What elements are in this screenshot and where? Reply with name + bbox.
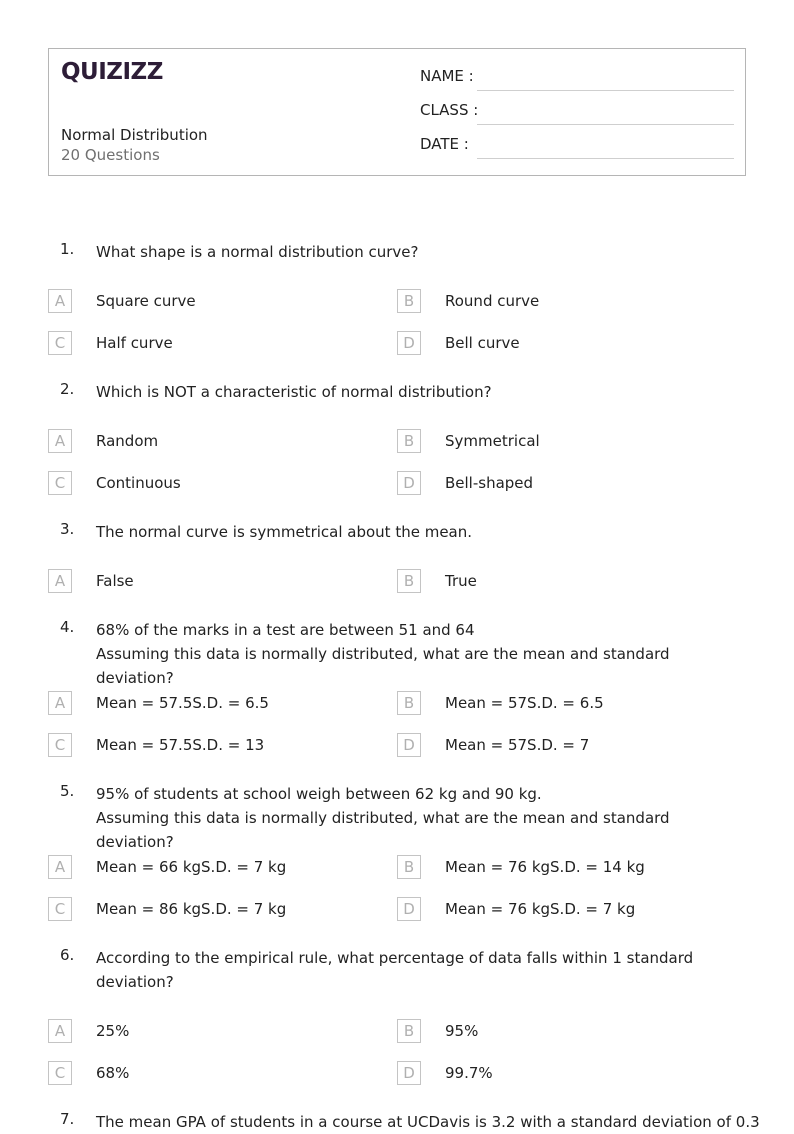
option-letter: A (48, 429, 72, 453)
option-text: Symmetrical (445, 432, 540, 450)
option-text: Mean = 86 kgS.D. = 7 kg (96, 900, 287, 918)
question-line: According to the empirical rule, what pe… (96, 949, 694, 967)
option-letter: A (48, 289, 72, 313)
question-text: According to the empirical rule, what pe… (96, 946, 746, 994)
option-letter: C (48, 897, 72, 921)
option-text: Mean = 57S.D. = 6.5 (445, 694, 604, 712)
quizizz-logo: QUIZIZZ (61, 59, 163, 85)
question-number: 7. (60, 1110, 75, 1128)
name-line[interactable] (477, 90, 734, 91)
option-letter: A (48, 1019, 72, 1043)
option-text: Mean = 57.5S.D. = 6.5 (96, 694, 269, 712)
question-count: 20 Questions (61, 146, 160, 164)
option-text: Half curve (96, 334, 173, 352)
option-text: Square curve (96, 292, 196, 310)
question-line: Assuming this data is normally distribut… (96, 809, 670, 851)
option-text: Mean = 66 kgS.D. = 7 kg (96, 858, 287, 876)
option-text: Mean = 57.5S.D. = 13 (96, 736, 265, 754)
option-text: 95% (445, 1022, 479, 1040)
question-number: 1. (60, 240, 75, 258)
option-letter: B (397, 1019, 421, 1043)
option-letter: A (48, 569, 72, 593)
question-text: 95% of students at school weigh between … (96, 782, 746, 854)
option-letter: A (48, 691, 72, 715)
question-number: 5. (60, 782, 75, 800)
name-label: NAME : (420, 67, 474, 85)
option-text: Random (96, 432, 159, 450)
option-text: Mean = 76 kgS.D. = 7 kg (445, 900, 636, 918)
option-text: Bell-shaped (445, 474, 534, 492)
option-letter: C (48, 331, 72, 355)
question-line: 95% of students at school weigh between … (96, 785, 542, 803)
option-letter: A (48, 855, 72, 879)
option-text: Mean = 57S.D. = 7 (445, 736, 590, 754)
option-letter: B (397, 289, 421, 313)
option-letter: D (397, 733, 421, 757)
date-line[interactable] (477, 158, 734, 159)
question-text: The mean GPA of students in a course at … (96, 1113, 760, 1131)
question-number: 3. (60, 520, 75, 538)
name-field[interactable]: NAME : (420, 67, 734, 91)
date-field[interactable]: DATE : (420, 135, 734, 159)
option-letter: D (397, 1061, 421, 1085)
option-letter: B (397, 429, 421, 453)
question-number: 2. (60, 380, 75, 398)
question-text: 68% of the marks in a test are between 5… (96, 618, 746, 690)
option-text: Mean = 76 kgS.D. = 14 kg (445, 858, 645, 876)
option-letter: D (397, 331, 421, 355)
question-number: 6. (60, 946, 75, 964)
class-label: CLASS : (420, 101, 479, 119)
question-text: The normal curve is symmetrical about th… (96, 523, 473, 541)
question-line: deviation? (96, 973, 174, 991)
option-letter: D (397, 471, 421, 495)
date-label: DATE : (420, 135, 469, 153)
class-field[interactable]: CLASS : (420, 101, 734, 125)
option-letter: D (397, 897, 421, 921)
question-line: Assuming this data is normally distribut… (96, 645, 670, 687)
option-letter: B (397, 569, 421, 593)
option-text: 99.7% (445, 1064, 493, 1082)
class-line[interactable] (477, 124, 734, 125)
option-text: True (445, 572, 477, 590)
option-letter: B (397, 855, 421, 879)
option-text: Bell curve (445, 334, 520, 352)
option-text: False (96, 572, 134, 590)
question-number: 4. (60, 618, 75, 636)
option-text: Continuous (96, 474, 181, 492)
option-letter: C (48, 471, 72, 495)
worksheet-header: QUIZIZZ Normal Distribution 20 Questions… (48, 48, 746, 176)
option-letter: B (397, 691, 421, 715)
option-letter: C (48, 1061, 72, 1085)
question-text: Which is NOT a characteristic of normal … (96, 383, 492, 401)
option-text: Round curve (445, 292, 540, 310)
option-text: 68% (96, 1064, 130, 1082)
worksheet-title: Normal Distribution (61, 126, 208, 144)
question-text: What shape is a normal distribution curv… (96, 243, 419, 261)
option-text: 25% (96, 1022, 130, 1040)
question-line: 68% of the marks in a test are between 5… (96, 621, 475, 639)
option-letter: C (48, 733, 72, 757)
